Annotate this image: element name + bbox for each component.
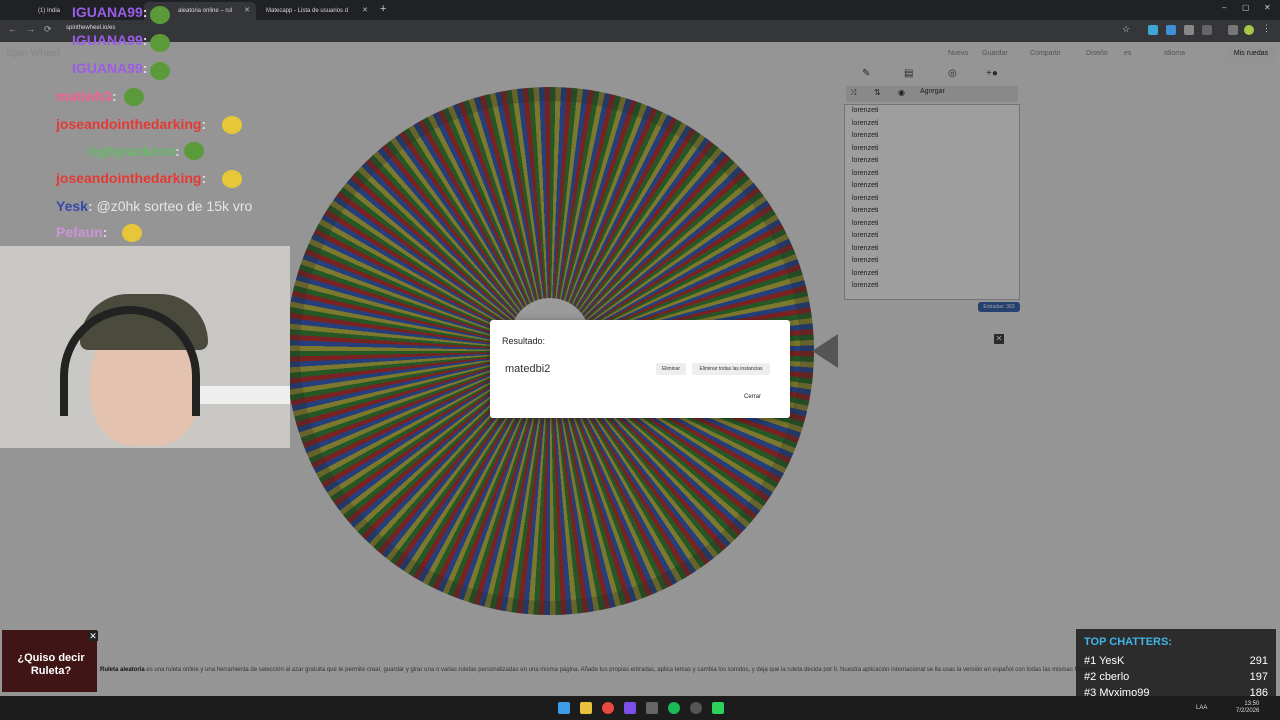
extension-icon[interactable] xyxy=(1184,25,1194,35)
close-dialog-button[interactable]: Cerrar xyxy=(744,394,761,400)
top-chatters-title: TOP CHATTERS: xyxy=(1084,636,1173,648)
stream-chat-overlay: IGUANA99: IGUANA99: IGUANA99: matiwh3: j… xyxy=(0,0,300,250)
winner-name: matedbi2 xyxy=(505,363,551,375)
chat-username: joseandointhedarking xyxy=(56,170,202,186)
chat-emote-icon xyxy=(150,62,170,80)
extension-icon[interactable] xyxy=(1166,25,1176,35)
chat-username: matiwh3 xyxy=(56,88,113,104)
chat-emote-icon xyxy=(150,6,170,24)
kick-icon[interactable] xyxy=(712,702,724,714)
remove-button[interactable]: Eliminar xyxy=(656,363,686,375)
chat-text: @z0hk sorteo de 15k vro xyxy=(96,198,253,214)
bookmark-star-icon[interactable]: ☆ xyxy=(1122,24,1132,34)
chat-message: rigbyrackzon: xyxy=(88,143,180,159)
chat-message: matiwh3: xyxy=(56,88,117,104)
result-dialog: Resultado: matedbi2 Eliminar Eliminar to… xyxy=(490,320,790,418)
extension-icon[interactable] xyxy=(1148,25,1158,35)
start-windows-icon[interactable] xyxy=(558,702,570,714)
remove-all-button[interactable]: Eliminar todas las instancias xyxy=(692,363,770,375)
promo-card[interactable]: ¿Quiso decir Ruleta? ✕ xyxy=(2,630,98,692)
chat-message: joseandointhedarking: xyxy=(56,116,207,132)
webcam-feed xyxy=(0,246,290,448)
close-promo-icon[interactable]: ✕ xyxy=(88,631,98,641)
profile-avatar[interactable] xyxy=(1244,25,1254,35)
chat-username: IGUANA99 xyxy=(72,60,143,76)
discord-icon[interactable] xyxy=(624,702,636,714)
chat-emote-icon xyxy=(124,88,144,106)
chat-message: Yesk: @z0hk sorteo de 15k vro xyxy=(56,198,253,214)
chat-message: joseandointhedarking: xyxy=(56,170,207,186)
system-clock[interactable]: 13:50 7/2/2026 xyxy=(1236,701,1259,715)
new-tab-button[interactable]: + xyxy=(380,3,386,15)
keyboard-layout[interactable]: LAA xyxy=(1196,705,1207,711)
minimize-icon[interactable]: – xyxy=(1222,3,1226,12)
chrome-icon[interactable] xyxy=(602,702,614,714)
chat-message: IGUANA99: xyxy=(72,32,148,48)
chat-username: rigbyrackzon xyxy=(88,143,176,159)
more-menu-icon[interactable]: ⋮ xyxy=(1262,23,1272,33)
close-window-icon[interactable]: ✕ xyxy=(1264,3,1271,12)
windows-taskbar: LAA 13:50 7/2/2026 xyxy=(0,696,1280,720)
promo-text: ¿Quiso decir Ruleta? xyxy=(17,652,85,677)
chat-username: joseandointhedarking xyxy=(56,116,202,132)
file-explorer-icon[interactable] xyxy=(580,702,592,714)
chat-emote-icon xyxy=(222,170,242,188)
chat-message: Pefaun: xyxy=(56,224,108,240)
chat-emote-icon xyxy=(150,34,170,52)
obs-icon[interactable] xyxy=(690,702,702,714)
chat-emote-icon xyxy=(184,142,204,160)
app-icon[interactable] xyxy=(646,702,658,714)
dialog-title: Resultado: xyxy=(502,336,546,346)
chat-emote-icon xyxy=(222,116,242,134)
sidebar-icon[interactable] xyxy=(1228,25,1238,35)
close-tab-icon[interactable]: ✕ xyxy=(362,2,368,20)
chat-username: IGUANA99 xyxy=(72,32,143,48)
maximize-icon[interactable]: ▢ xyxy=(1242,3,1250,12)
chat-emote-icon xyxy=(122,224,142,242)
chat-message: IGUANA99: xyxy=(72,4,148,20)
chat-username: IGUANA99 xyxy=(72,4,143,20)
chat-username: Pefaun xyxy=(56,224,103,240)
chat-username: Yesk xyxy=(56,198,88,214)
extensions-puzzle-icon[interactable] xyxy=(1202,25,1212,35)
spotify-icon[interactable] xyxy=(668,702,680,714)
chat-message: IGUANA99: xyxy=(72,60,148,76)
